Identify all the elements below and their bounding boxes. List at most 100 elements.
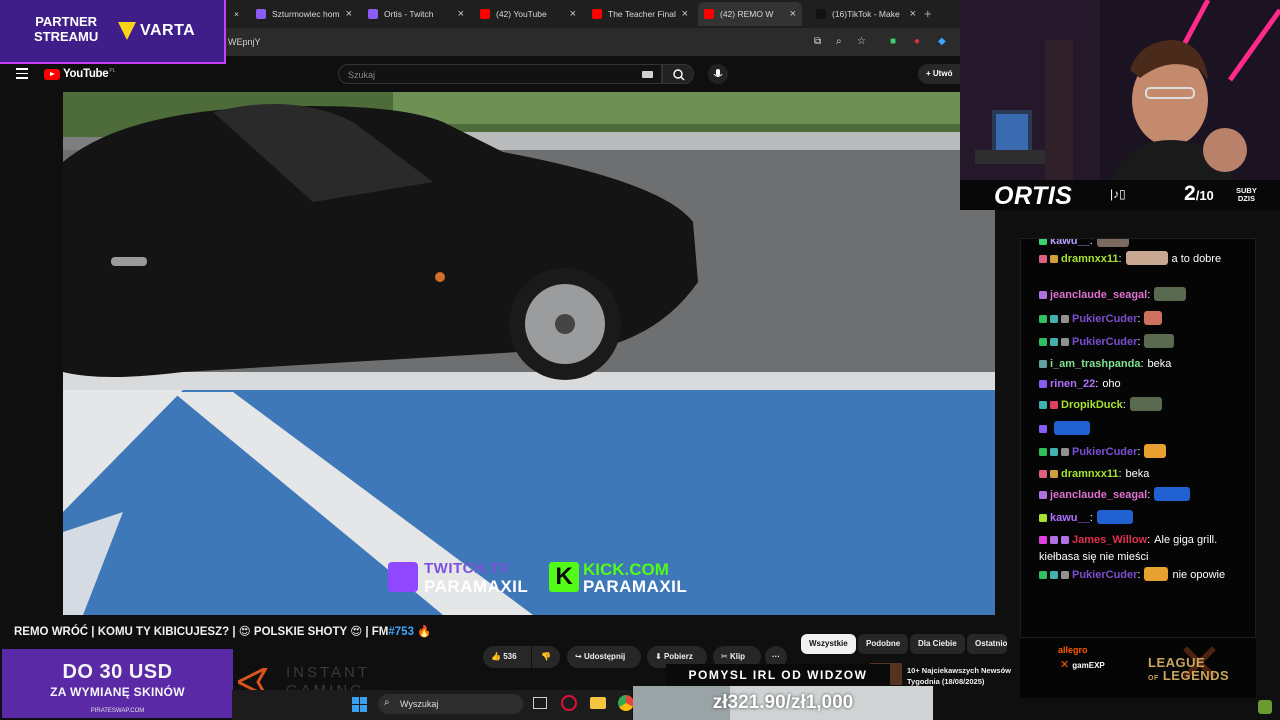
close-tab-icon[interactable]: × <box>228 2 244 26</box>
url-text[interactable]: WEpnjY <box>228 37 261 47</box>
extension-icon[interactable]: ● <box>914 36 920 47</box>
chat-emote-icon[interactable] <box>1154 487 1191 501</box>
search-button[interactable] <box>662 64 694 84</box>
chat-username[interactable]: PukierCuder <box>1072 313 1137 325</box>
close-tab-icon[interactable]: × <box>910 8 916 20</box>
chat-username[interactable]: James_Willow <box>1072 534 1147 546</box>
close-tab-icon[interactable]: × <box>458 8 464 20</box>
close-tab-icon[interactable]: × <box>790 8 796 20</box>
recommended-title[interactable]: 10+ Najciekawszych Newsów Tygodnia (18/0… <box>907 665 1027 687</box>
file-explorer-icon[interactable] <box>590 697 606 709</box>
chip-recent[interactable]: Ostatnio <box>967 634 1007 654</box>
chat-username[interactable]: dramnxx11 <box>1061 468 1118 480</box>
browser-tab[interactable]: Szturmowiec hom × <box>250 2 358 26</box>
browser-tab[interactable]: (42) YouTube × <box>474 2 582 26</box>
browser-tab[interactable]: (16)TikTok - Make × <box>810 2 922 26</box>
close-tab-icon[interactable]: × <box>346 8 352 20</box>
chip-all[interactable]: Wszystkie <box>801 634 856 654</box>
chat-badge-icon[interactable] <box>1039 239 1047 245</box>
browser-tab[interactable]: The Teacher Final × <box>586 2 694 26</box>
chat-badge-icon[interactable] <box>1039 470 1047 478</box>
voice-search-button[interactable] <box>708 64 728 84</box>
chat-badge-icon[interactable] <box>1050 448 1058 456</box>
youtube-logo[interactable]: YouTube PL <box>44 68 116 80</box>
bookmark-star-icon[interactable]: ☆ <box>857 36 866 47</box>
chat-username[interactable]: PukierCuder <box>1072 446 1137 458</box>
windows-start-icon[interactable] <box>352 697 367 712</box>
browser-tab[interactable]: (42) REMO W × <box>698 2 802 26</box>
chat-badge-icon[interactable] <box>1050 470 1058 478</box>
taskbar-search[interactable]: Wyszukaj <box>378 694 523 714</box>
chat-username[interactable]: kawu__ <box>1050 239 1090 247</box>
chat-badge-icon[interactable] <box>1039 380 1047 388</box>
chat-badge-icon[interactable] <box>1039 514 1047 522</box>
chip-for-you[interactable]: Dla Ciebie <box>910 634 965 654</box>
like-button[interactable]: 👍 536 <box>483 646 531 668</box>
extension-icon[interactable]: ■ <box>890 36 896 47</box>
chat-emote-icon[interactable] <box>1096 239 1129 247</box>
dislike-button[interactable]: 👎 <box>532 646 560 668</box>
chat-emote-icon[interactable] <box>1144 334 1175 348</box>
chat-badge-icon[interactable] <box>1039 536 1047 544</box>
chat-badge-icon[interactable] <box>1050 401 1058 409</box>
chat-emote-icon[interactable] <box>1154 287 1187 301</box>
chat-badge-icon[interactable] <box>1050 315 1058 323</box>
chat-badge-icon[interactable] <box>1061 571 1069 579</box>
close-tab-icon[interactable]: × <box>682 8 688 20</box>
chat-emote-icon[interactable] <box>1144 444 1167 458</box>
chat-badge-icon[interactable] <box>1039 338 1047 346</box>
chat-badge-icon[interactable] <box>1050 255 1058 263</box>
chat-username[interactable]: i_am_trashpanda <box>1050 358 1140 370</box>
chat-badge-icon[interactable] <box>1050 571 1058 579</box>
chat-username[interactable]: rinen_22 <box>1050 378 1095 390</box>
chat-username[interactable]: jeanclaude_seagal <box>1050 289 1147 301</box>
chat-username[interactable]: PukierCuder <box>1072 569 1137 581</box>
social-icons: |♪▯ <box>1110 187 1126 201</box>
share-button[interactable]: ↪ Udostępnij <box>567 646 641 668</box>
chat-username[interactable]: dramnxx11 <box>1061 253 1118 265</box>
chat-badge-icon[interactable] <box>1039 425 1047 433</box>
keyboard-icon[interactable] <box>642 71 653 78</box>
chat-emote-icon[interactable] <box>1125 251 1168 265</box>
video-player[interactable]: TWITCH.TV PARAMAXIL K KICK.COM PARAMAXIL <box>63 92 995 615</box>
chat-badge-icon[interactable] <box>1039 360 1047 368</box>
chat-badge-icon[interactable] <box>1039 291 1047 299</box>
browser-tab[interactable]: Ortis - Twitch × <box>362 2 470 26</box>
chip-related[interactable]: Podobne <box>858 634 909 654</box>
chat-badge-icon[interactable] <box>1039 315 1047 323</box>
chat-badge-icon[interactable] <box>1039 448 1047 456</box>
chrome-icon[interactable] <box>618 695 634 711</box>
chat-emote-icon[interactable] <box>1144 311 1163 325</box>
chat-badge-icon[interactable] <box>1039 401 1047 409</box>
chat-badge-icon[interactable] <box>1039 255 1047 263</box>
chat-badge-icon[interactable] <box>1039 491 1047 499</box>
menu-icon[interactable] <box>16 68 28 82</box>
allegro-logo: allegro <box>1058 645 1088 655</box>
chat-username[interactable]: kawu__ <box>1050 512 1090 524</box>
chat-badge-icon[interactable] <box>1061 338 1069 346</box>
chat-emote-icon[interactable] <box>1096 510 1133 524</box>
chat-username[interactable]: jeanclaude_seagal <box>1050 489 1147 501</box>
chat-badge-icon[interactable] <box>1039 571 1047 579</box>
video-hashtag[interactable]: #753 <box>388 626 414 638</box>
chat-emote-icon[interactable] <box>1144 567 1169 581</box>
zoom-icon[interactable]: ⌕ <box>836 36 842 47</box>
kick-watermark-line2: PARAMAXIL <box>583 577 688 596</box>
chat-badge-icon[interactable] <box>1061 315 1069 323</box>
close-tab-icon[interactable]: × <box>570 8 576 20</box>
chat-badge-icon[interactable] <box>1050 536 1058 544</box>
chat-emote-icon[interactable] <box>1054 421 1090 435</box>
opera-icon[interactable] <box>561 695 577 711</box>
chat-username[interactable]: PukierCuder <box>1072 336 1137 348</box>
new-tab-button[interactable]: + <box>924 6 932 21</box>
search-input[interactable]: Szukaj <box>338 64 662 84</box>
chat-badge-icon[interactable] <box>1061 536 1069 544</box>
chat-username[interactable]: DropikDuck <box>1061 399 1123 411</box>
extension-icon[interactable]: ◆ <box>938 36 946 47</box>
donation-goal-title: POMYSL IRL OD WIDZOW <box>666 664 890 686</box>
install-icon[interactable]: ⧉ <box>814 36 821 47</box>
chat-badge-icon[interactable] <box>1050 338 1058 346</box>
chat-badge-icon[interactable] <box>1061 448 1069 456</box>
task-view-icon[interactable] <box>533 697 547 709</box>
chat-emote-icon[interactable] <box>1129 397 1162 411</box>
